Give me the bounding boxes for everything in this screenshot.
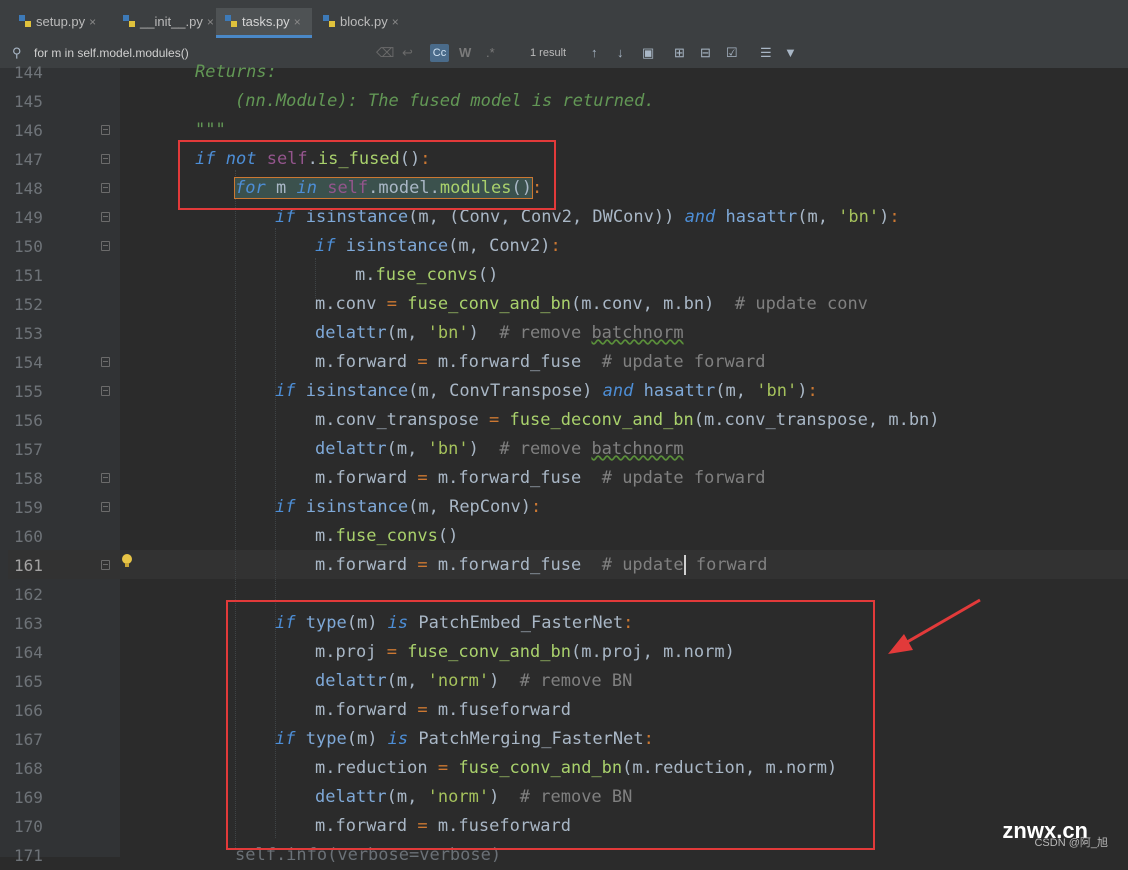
line-number: 163: [14, 614, 43, 633]
fold-icon[interactable]: [101, 502, 110, 512]
fold-icon[interactable]: [101, 560, 110, 570]
code-text: if isinstance(m, Conv2):: [315, 236, 561, 256]
fold-icon[interactable]: [101, 241, 110, 251]
close-icon[interactable]: ×: [392, 15, 399, 29]
line-number: 167: [14, 730, 43, 749]
code-text: m.forward = m.forward_fuse # update forw…: [315, 352, 766, 372]
code-line: 156 m.conv_transpose = fuse_deconv_and_bn…: [0, 406, 1128, 435]
tab-block-py[interactable]: block.py ×: [314, 8, 410, 36]
code-text: if isinstance(m, RepConv):: [275, 497, 542, 517]
python-file-icon: [18, 10, 32, 27]
code-text: delattr(m, 'bn') # remove batchnorm: [315, 439, 684, 459]
fold-icon[interactable]: [101, 154, 110, 164]
line-number: 155: [14, 382, 43, 401]
tab-label: block.py: [340, 14, 388, 29]
line-number: 152: [14, 295, 43, 314]
code-text: if isinstance(m, ConvTranspose) and hasa…: [275, 381, 818, 401]
code-text: m.conv_transpose = fuse_deconv_and_bn(m.…: [315, 410, 940, 430]
line-number: 150: [14, 237, 43, 256]
python-file-icon: [322, 10, 336, 27]
code-line: 151 m.fuse_convs(): [0, 261, 1128, 290]
code-line: 145 (nn.Module): The fused model is retur…: [0, 87, 1128, 116]
code-line: 153 delattr(m, 'bn') # remove batchnorm: [0, 319, 1128, 348]
fold-icon[interactable]: [101, 386, 110, 396]
close-icon[interactable]: ×: [207, 15, 214, 29]
code-line: 147 if not self.is_fused():: [0, 145, 1128, 174]
line-number: 161: [14, 556, 43, 575]
code-text: m.forward = m.forward_fuse # update forw…: [315, 555, 768, 575]
fold-icon[interactable]: [101, 183, 110, 193]
code-text: m.fuse_convs(): [355, 265, 499, 285]
code-line: 158 m.forward = m.forward_fuse # update f…: [0, 464, 1128, 493]
line-number: 160: [14, 527, 43, 546]
code-line: 149 if isinstance(m, (Conv, Conv2, DWConv…: [0, 203, 1128, 232]
line-number: 156: [14, 411, 43, 430]
line-number: 171: [14, 846, 43, 865]
code-text: m.forward = m.forward_fuse # update forw…: [315, 468, 766, 488]
line-number: 166: [14, 701, 43, 720]
code-line: 150 if isinstance(m, Conv2):: [0, 232, 1128, 261]
code-line: 148 for m in self.model.modules():: [0, 174, 1128, 203]
code-line: 146 """: [0, 116, 1128, 145]
code-line: 159 if isinstance(m, RepConv):: [0, 493, 1128, 522]
line-number: 159: [14, 498, 43, 517]
code-line: 154 m.forward = m.forward_fuse # update f…: [0, 348, 1128, 377]
line-number: 162: [14, 585, 43, 604]
code-line-current: 161 m.forward = m.forward_fuse # update f…: [0, 551, 1128, 580]
close-icon[interactable]: ×: [89, 15, 96, 29]
code-text: delattr(m, 'bn') # remove batchnorm: [315, 323, 684, 343]
tab-setup-py[interactable]: setup.py ×: [10, 8, 114, 36]
line-number: 146: [14, 121, 43, 140]
watermark-sub: CSDN @阿_旭: [1034, 837, 1108, 849]
tab-label: tasks.py: [242, 14, 290, 29]
line-number: 148: [14, 179, 43, 198]
line-number: 168: [14, 759, 43, 778]
line-number: 154: [14, 353, 43, 372]
annotation-arrow-icon: [888, 598, 981, 654]
line-number: 147: [14, 150, 43, 169]
code-text: m.conv = fuse_conv_and_bn(m.conv, m.bn) …: [315, 294, 868, 314]
code-line: 160 m.fuse_convs(): [0, 522, 1128, 551]
line-number: 164: [14, 643, 43, 662]
code-line: 144 Returns:: [0, 58, 1128, 87]
line-number: 165: [14, 672, 43, 691]
fold-icon[interactable]: [101, 473, 110, 483]
line-number: 153: [14, 324, 43, 343]
code-text: Returns:: [195, 62, 277, 82]
tab-tasks-py[interactable]: tasks.py ×: [216, 8, 312, 38]
line-number: 151: [14, 266, 43, 285]
line-number: 169: [14, 788, 43, 807]
annotation-box-top: [178, 140, 556, 210]
fold-icon[interactable]: [101, 125, 110, 135]
fold-icon[interactable]: [101, 357, 110, 367]
line-number: 157: [14, 440, 43, 459]
code-text: (nn.Module): The fused model is returned…: [235, 91, 655, 111]
editor-tab-bar: setup.py × __init__.py × tasks.py × block.p…: [0, 0, 1128, 39]
line-number: 144: [14, 63, 43, 82]
line-number: 158: [14, 469, 43, 488]
code-line: 157 delattr(m, 'bn') # remove batchnorm: [0, 435, 1128, 464]
line-number: 170: [14, 817, 43, 836]
lightbulb-icon[interactable]: [120, 553, 134, 571]
line-number: 149: [14, 208, 43, 227]
line-number: 145: [14, 92, 43, 111]
code-text: m.fuse_convs(): [315, 526, 459, 546]
python-file-icon: [122, 10, 136, 27]
close-icon[interactable]: ×: [294, 15, 301, 29]
python-file-icon: [224, 10, 238, 27]
fold-icon[interactable]: [101, 212, 110, 222]
tab-label: setup.py: [36, 14, 86, 29]
tab-init-py[interactable]: __init__.py ×: [114, 8, 216, 36]
annotation-box-bottom: [226, 600, 875, 850]
code-line: 155 if isinstance(m, ConvTranspose) and h…: [0, 377, 1128, 406]
tab-label: __init__.py: [140, 14, 203, 29]
code-line: 152 m.conv = fuse_conv_and_bn(m.conv, m.b…: [0, 290, 1128, 319]
